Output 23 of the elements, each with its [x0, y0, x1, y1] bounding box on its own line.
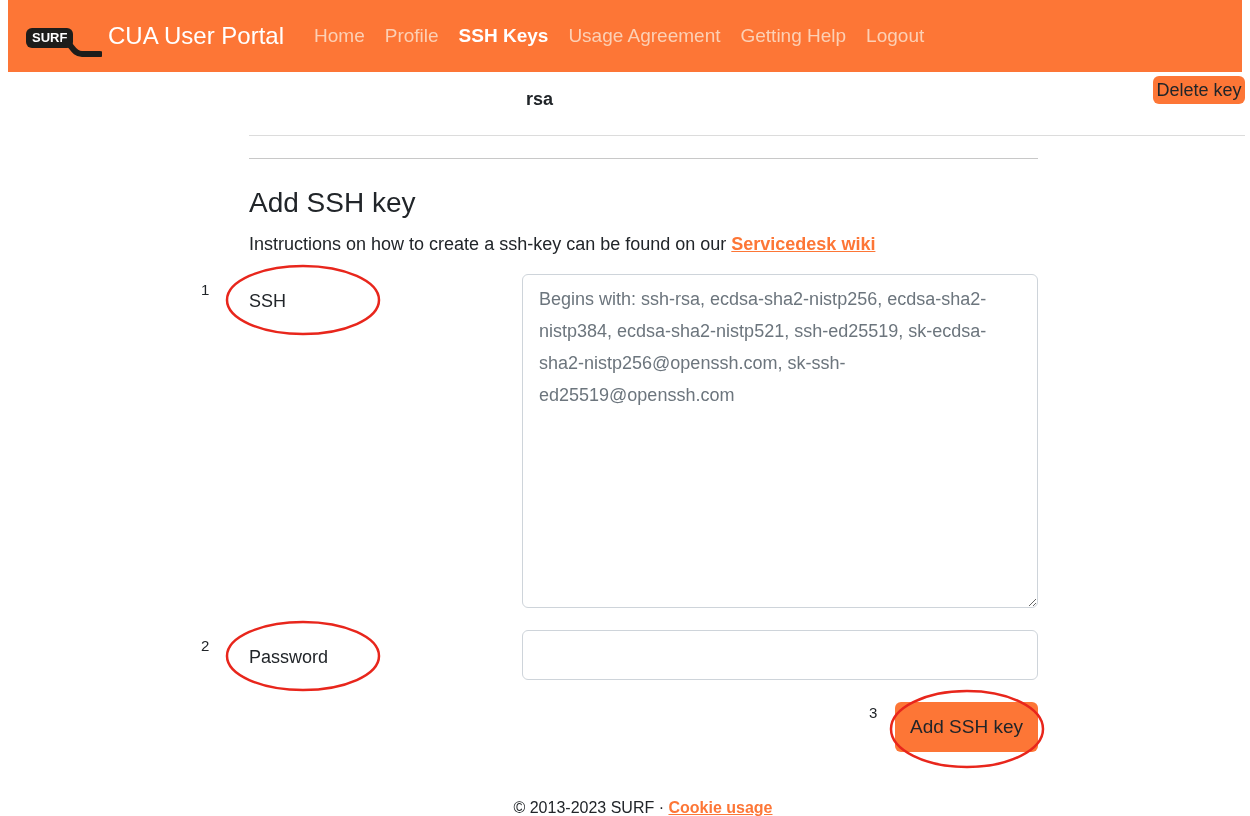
servicedesk-link[interactable]: Servicedesk wiki	[731, 234, 876, 254]
password-field[interactable]	[522, 630, 1038, 680]
section-heading: Add SSH key	[249, 186, 417, 220]
key-type: rsa	[526, 88, 554, 111]
annotation-number: 2	[201, 637, 210, 654]
add-ssh-key-button[interactable]: Add SSH key	[895, 702, 1038, 752]
footer-text: © 2013-2023 SURF · Cookie usage	[513, 798, 773, 816]
nav-link[interactable]: Getting Help	[740, 21, 847, 51]
annotation-number: 3	[869, 703, 878, 723]
logo-badge: SURF	[26, 28, 74, 48]
nav-link[interactable]: Logout	[866, 21, 925, 51]
cookie-link[interactable]: Cookie usage	[668, 799, 773, 816]
nav-link[interactable]: Usage Agreement	[568, 21, 721, 51]
nav-link[interactable]: Home	[314, 21, 365, 51]
field-label: SSH	[249, 291, 286, 311]
nav-link[interactable]: SSH Keys	[458, 21, 549, 51]
portal-title[interactable]: CUA User Portal	[108, 18, 285, 54]
ssh-key-field[interactable]: Begins with: ssh-rsa, ecdsa-sha2-nistp256, ecdsa-sha2-nistp384, ecdsa-sha2-nistp521, ssh-ed25519, sk-ecdsa-sha2-nistp256@openssh.com, sk-ssh-ed25519@openssh.com	[522, 274, 1038, 608]
nav-link[interactable]: Profile	[384, 21, 439, 51]
delete-key-button[interactable]: Delete key	[1153, 76, 1245, 104]
field-label: Password	[249, 647, 329, 667]
annotation-number: 1	[201, 281, 210, 298]
instructions-text: Instructions on how to create a ssh-key can be found on our Servicedesk wiki	[249, 233, 877, 256]
